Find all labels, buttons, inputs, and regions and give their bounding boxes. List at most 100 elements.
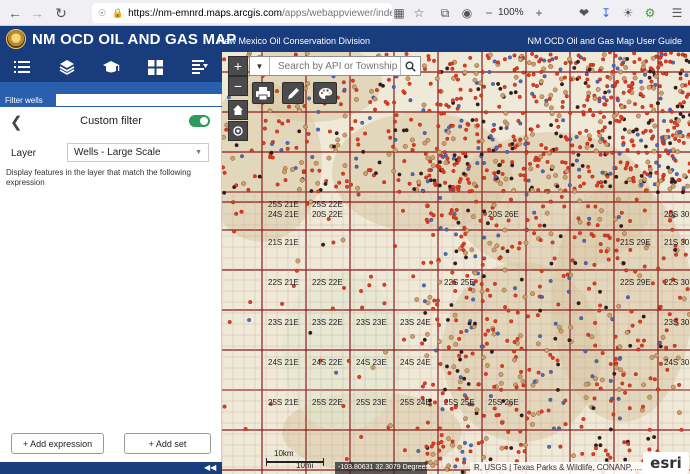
well-marker <box>558 444 563 449</box>
well-marker <box>480 299 485 303</box>
well-marker <box>631 175 636 180</box>
map-attribution[interactable]: R, USGS | Texas Parks & Wildlife, CONANP… <box>470 462 650 474</box>
well-marker <box>656 101 660 106</box>
locate-icon[interactable] <box>228 121 248 141</box>
well-marker <box>468 55 473 60</box>
well-marker <box>586 90 592 96</box>
filter-list-icon[interactable] <box>190 57 210 77</box>
well-marker <box>338 102 343 107</box>
well-marker <box>548 92 554 98</box>
well-marker <box>287 104 291 109</box>
well-marker <box>548 397 553 402</box>
well-marker <box>366 168 371 173</box>
well-marker <box>544 348 550 353</box>
well-marker <box>661 172 666 177</box>
well-marker <box>373 171 378 176</box>
well-marker <box>466 424 470 429</box>
township-label: 25S 21E <box>268 200 299 209</box>
draw-pencil-icon[interactable] <box>282 82 304 104</box>
well-marker <box>661 71 666 76</box>
well-marker <box>401 208 405 213</box>
well-marker <box>518 137 523 142</box>
township-label: 24S 22E <box>312 358 343 367</box>
search-icon[interactable] <box>400 57 420 75</box>
well-marker <box>592 262 597 267</box>
chevron-down-icon: ▼ <box>195 149 202 156</box>
well-marker <box>471 297 476 302</box>
extensions-icon[interactable]: ⚙ <box>641 4 659 22</box>
zoom-in-button[interactable]: + <box>228 56 248 76</box>
well-marker <box>401 89 406 94</box>
menu-icon[interactable]: ☰ <box>668 4 686 22</box>
well-marker <box>483 332 488 337</box>
zoom-in-icon[interactable]: + <box>530 4 548 22</box>
well-marker <box>595 87 601 92</box>
qr-code-icon[interactable]: ▦ <box>390 4 408 22</box>
well-marker <box>632 71 637 76</box>
layers-icon[interactable] <box>57 57 77 77</box>
collapse-panel-icon[interactable]: ◀◀ <box>204 463 216 472</box>
well-marker <box>601 57 606 62</box>
user-guide-link[interactable]: NM OCD Oil and Gas Map User Guide <box>527 36 682 46</box>
add-expression-button[interactable]: + Add expression <box>11 433 104 454</box>
well-marker <box>675 149 681 154</box>
well-marker <box>355 185 360 191</box>
well-marker <box>542 74 547 79</box>
well-marker <box>586 133 592 139</box>
map-canvas[interactable]: 24S 21E25S 21E 25S 22E20S 22E21S 21E22S 2… <box>222 52 690 474</box>
well-marker <box>587 67 592 72</box>
well-marker <box>533 158 538 163</box>
well-marker <box>661 256 666 261</box>
well-marker <box>619 210 624 215</box>
zoom-out-button[interactable]: − <box>228 76 248 96</box>
well-marker <box>445 156 450 161</box>
cookie-icon[interactable]: ◉ <box>458 4 476 22</box>
print-icon[interactable] <box>252 82 274 104</box>
add-set-button[interactable]: + Add set <box>124 433 211 454</box>
grid-icon[interactable] <box>145 57 165 77</box>
township-label: 22S 21E <box>268 278 299 287</box>
layer-list-icon[interactable] <box>12 57 32 77</box>
well-marker <box>649 355 655 360</box>
well-marker <box>368 100 373 105</box>
well-marker <box>443 180 448 185</box>
zoom-level[interactable]: 100% <box>498 7 524 18</box>
copy-icon[interactable]: ⧉ <box>436 4 454 22</box>
well-marker <box>473 321 477 326</box>
well-marker <box>509 197 513 202</box>
well-marker <box>534 54 539 59</box>
well-marker <box>556 113 562 118</box>
download-icon[interactable]: ↧ <box>597 4 615 22</box>
well-marker <box>562 174 568 180</box>
well-marker <box>581 110 586 115</box>
well-marker <box>360 120 365 125</box>
custom-filter-toggle[interactable] <box>189 115 210 127</box>
search-input[interactable] <box>270 57 400 75</box>
shield-extension-icon[interactable]: ☀ <box>619 4 637 22</box>
coordinate-readout[interactable]: -103.80631 32.3079 Degrees <box>335 462 427 474</box>
home-icon[interactable] <box>228 100 248 120</box>
map-view[interactable]: 24S 21E 25S 21E 25S 22E 20S 22E 21S 21E 22S 2… <box>222 52 690 474</box>
basemap-icon[interactable] <box>101 57 121 77</box>
well-marker <box>494 243 500 249</box>
back-arrow-icon[interactable]: ← <box>4 2 26 24</box>
township-label: 25S 25E <box>444 398 475 407</box>
url-bar[interactable]: ☉ 🔒 https://nm-emnrd.maps.arcgis.com/app… <box>92 3 392 23</box>
well-marker <box>344 179 349 184</box>
well-marker <box>671 60 675 65</box>
well-marker <box>434 76 440 81</box>
zoom-out-icon[interactable]: − <box>480 4 498 22</box>
search-source-dropdown[interactable]: ▼ <box>250 57 270 75</box>
pocket-icon[interactable]: ❤ <box>575 4 593 22</box>
bookmark-star-icon[interactable]: ☆ <box>410 4 428 22</box>
palette-icon[interactable] <box>313 82 337 104</box>
well-marker <box>421 108 426 113</box>
layer-select[interactable]: Wells - Large Scale ▼ <box>67 143 209 162</box>
forward-arrow-icon[interactable]: → <box>26 2 48 24</box>
well-marker <box>387 77 391 82</box>
reload-icon[interactable]: ↻ <box>50 2 72 24</box>
well-marker <box>628 219 633 223</box>
well-marker <box>532 210 537 215</box>
well-marker <box>610 150 615 155</box>
well-marker <box>504 126 509 130</box>
